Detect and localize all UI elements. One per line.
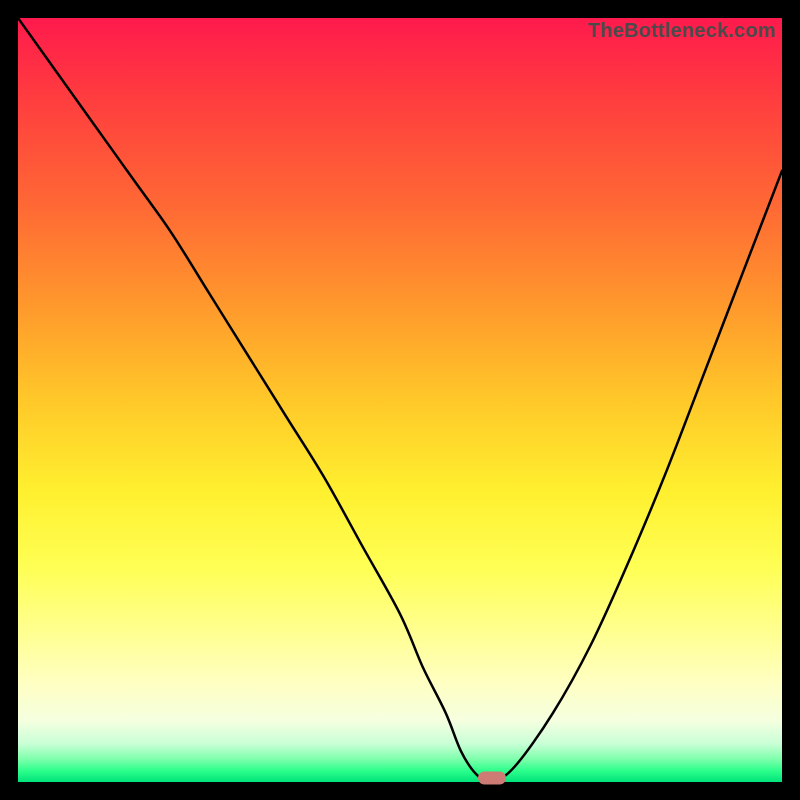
bottleneck-curve <box>18 18 782 782</box>
plot-area: TheBottleneck.com <box>18 18 782 782</box>
chart-frame: TheBottleneck.com <box>0 0 800 800</box>
minimum-marker <box>478 772 506 785</box>
